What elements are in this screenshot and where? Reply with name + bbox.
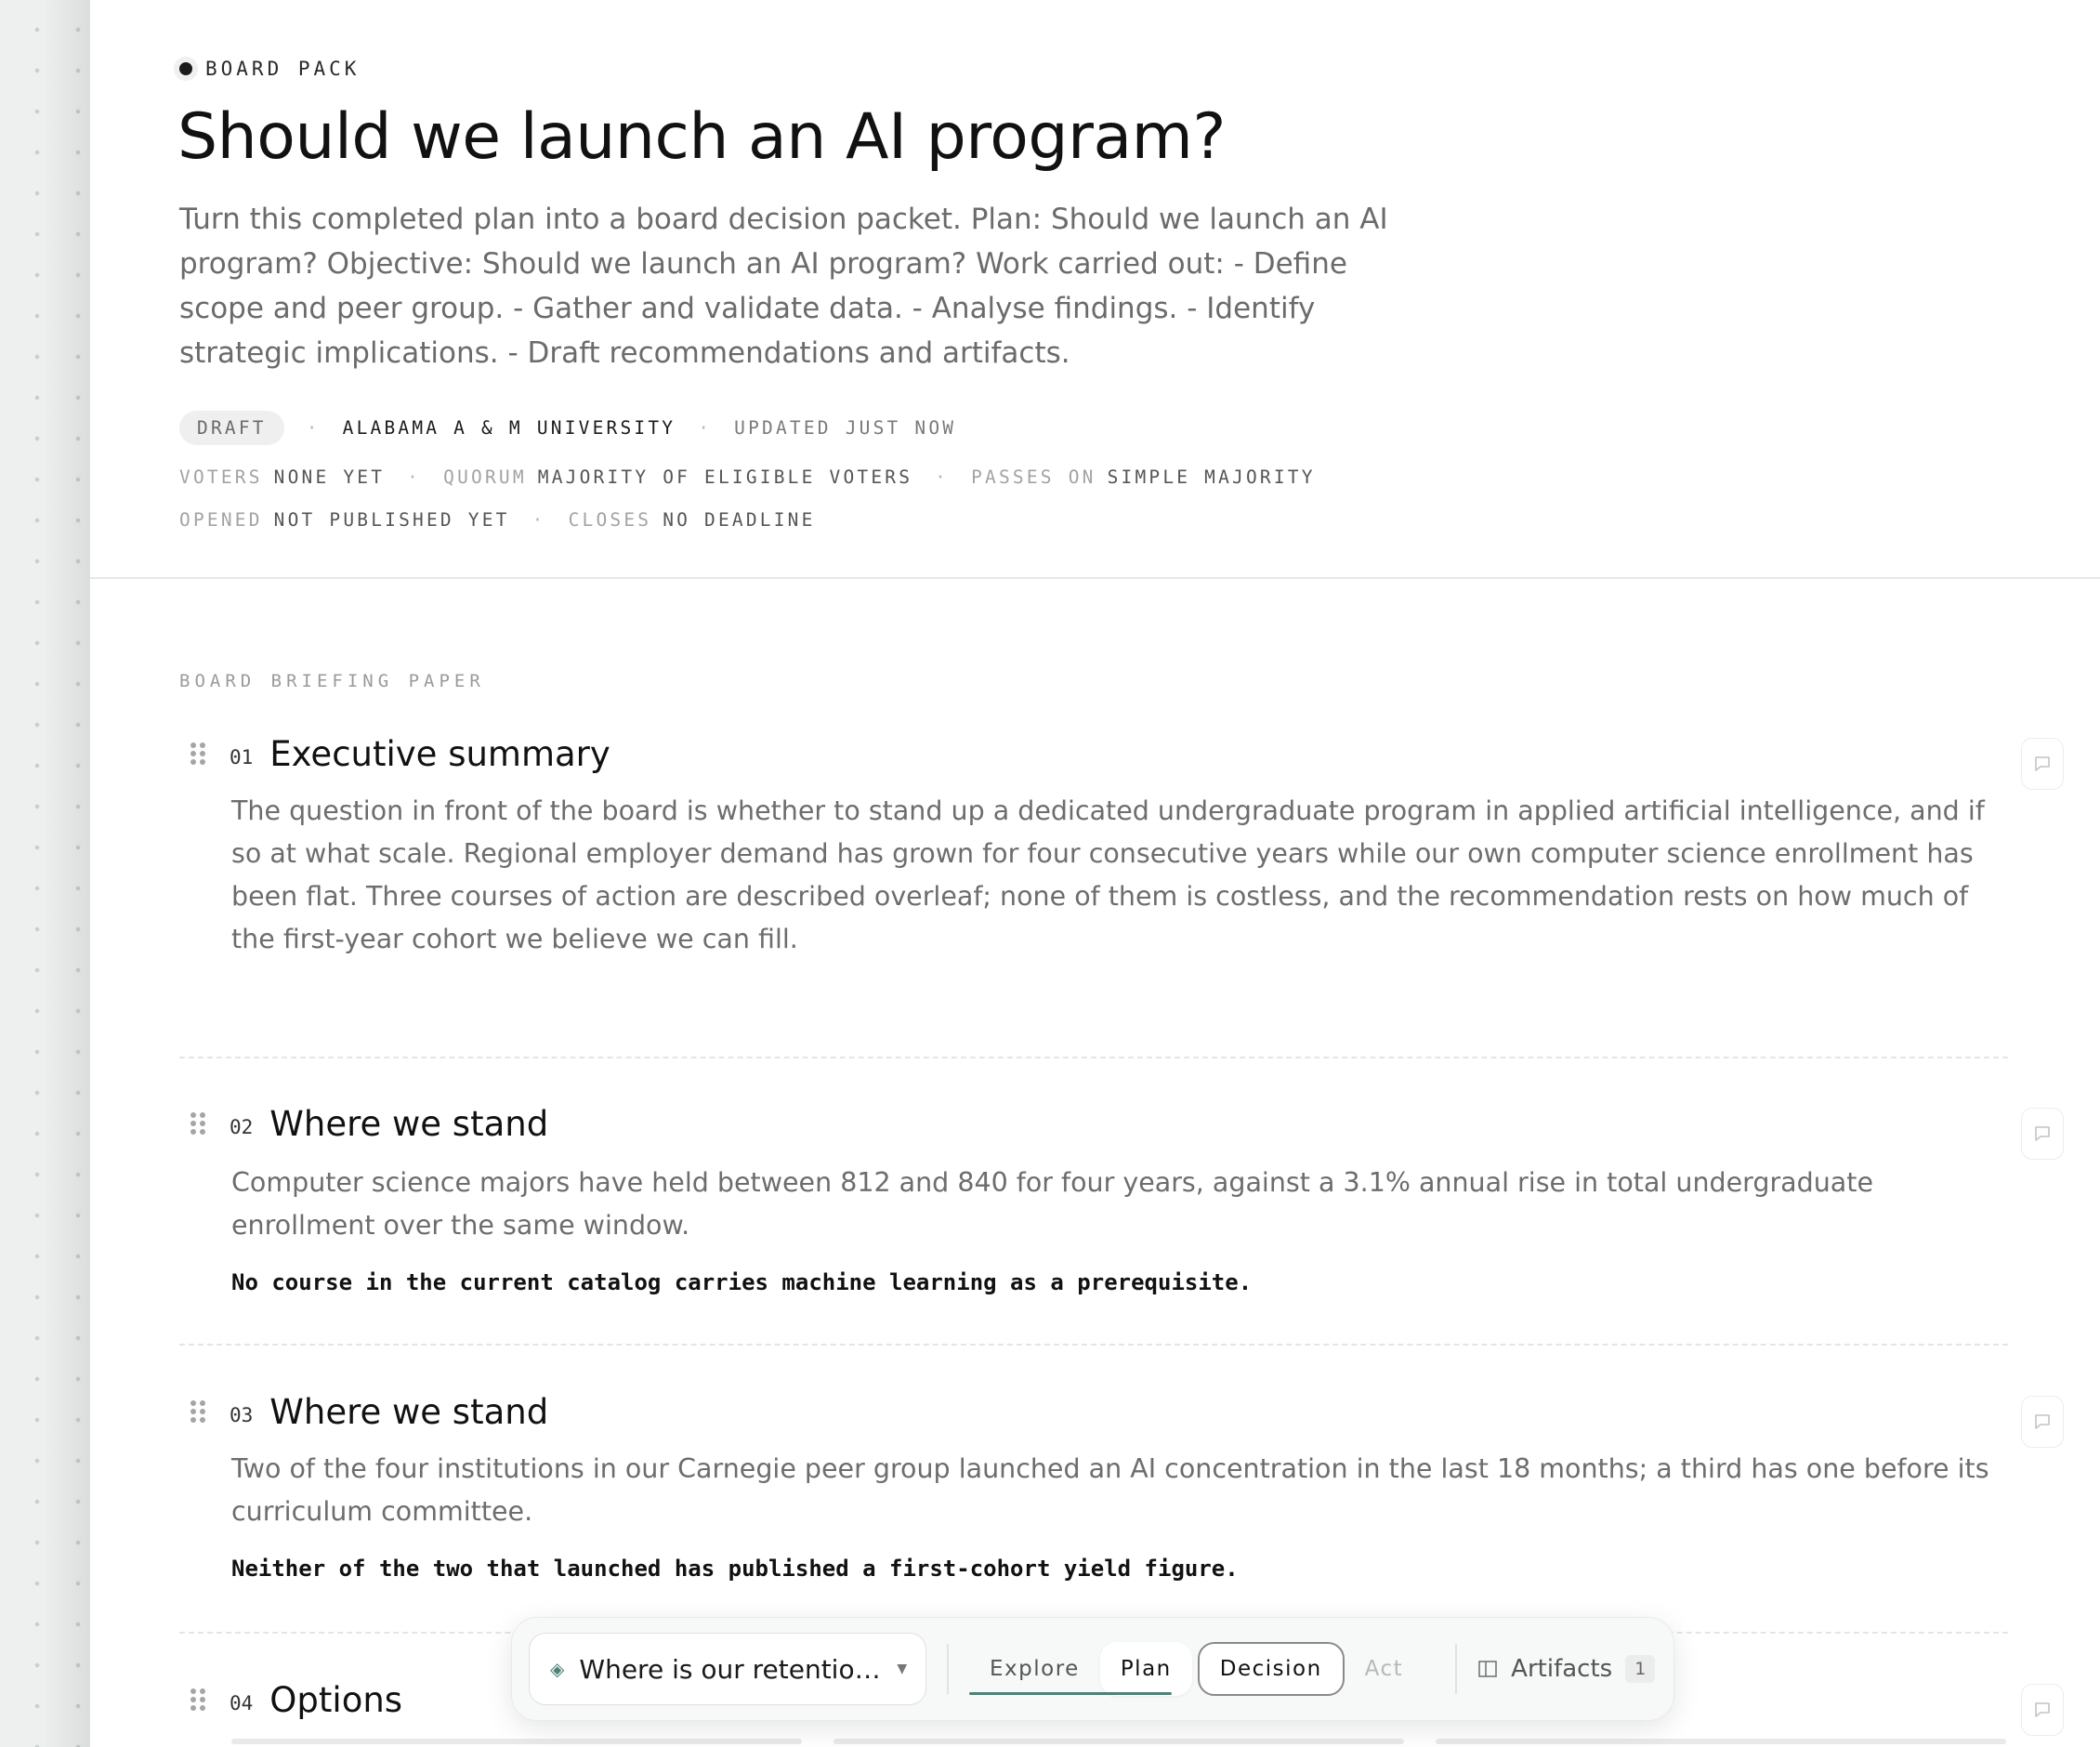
section-header: 02 Where we stand [179,1100,548,1147]
section-divider [179,1057,2008,1058]
question-selector[interactable]: ◈ Where is our retention t... ▼ [529,1633,926,1705]
institution-name: ALABAMA A & M UNIVERSITY [342,417,676,439]
section-body: The question in front of the board is wh… [231,795,1985,954]
section-header: 01 Executive summary [179,730,610,777]
section-number: 02 [230,1116,254,1138]
section-title: Where we stand [269,1391,549,1432]
voters-value: NONE YET [273,466,386,488]
section-where-we-stand-2: 03 Where we stand Two of the four instit… [179,1388,2064,1634]
meta-separator: · [532,509,546,531]
comment-button[interactable] [2021,1396,2064,1448]
meta-separator: · [935,466,950,488]
comment-icon [2035,1126,2050,1141]
section-where-we-stand-1: 02 Where we stand Computer science major… [179,1100,2064,1346]
status-dot-icon [179,62,192,75]
passes-value: SIMPLE MAJORITY [1107,466,1316,488]
comment-icon [2035,1702,2050,1717]
comment-button[interactable] [2021,738,2064,790]
tab-decision[interactable]: Decision [1197,1642,1345,1696]
section-divider [179,1344,2008,1346]
board-pack-header: BOARD PACK Should we launch an AI progra… [90,0,2100,579]
drag-handle-icon[interactable] [190,1687,209,1713]
updated-time: UPDATED JUST NOW [734,417,957,439]
meta-separator: · [698,417,713,439]
section-number: 04 [230,1692,254,1714]
meta-row-schedule: OPENED NOT PUBLISHED YET · CLOSES NO DEA… [179,509,816,531]
section-key-point: No course in the current catalog carries… [231,1269,1253,1295]
bottom-toolbar: ◈ Where is our retention t... ▼ Explore … [511,1617,1674,1721]
quorum-label: QUORUM [443,466,527,488]
section-key-point: Neither of the two that launched has pub… [231,1556,1239,1582]
status-badge: DRAFT [179,411,284,445]
comment-button[interactable] [2021,1684,2064,1736]
option-card-edge [833,1739,1404,1744]
section-header: 03 Where we stand [179,1388,548,1435]
briefing-paper-kicker: BOARD BRIEFING PAPER [179,671,485,691]
comment-button[interactable] [2021,1108,2064,1160]
passes-label: PASSES ON [971,466,1096,488]
dotted-gutter [0,0,89,1747]
section-body: Computer science majors have held betwee… [231,1167,1873,1241]
diamond-icon: ◈ [550,1658,565,1680]
opened-label: OPENED [179,509,263,531]
section-executive-summary: 01 Executive summary The question in fro… [179,730,2064,1058]
opened-value: NOT PUBLISHED YET [273,509,510,531]
section-header: 04 Options [179,1676,402,1723]
quorum-value: MAJORITY OF ELIGIBLE VOTERS [537,466,913,488]
option-card-edge [231,1739,802,1744]
meta-row-status: DRAFT · ALABAMA A & M UNIVERSITY · UPDAT… [179,411,956,445]
eyebrow: BOARD PACK [179,58,360,80]
section-body: Two of the four institutions in our Carn… [231,1453,1989,1527]
panel-icon [1478,1661,1497,1677]
section-number: 03 [230,1404,254,1426]
tab-plan[interactable]: Plan [1099,1642,1192,1696]
comment-icon [2035,756,2050,771]
artifacts-count-badge: 1 [1625,1655,1656,1683]
meta-separator: · [306,417,321,439]
tab-act[interactable]: Act [1345,1642,1424,1696]
page-subtitle: Turn this completed plan into a board de… [179,203,1388,370]
meta-row-voting: VOTERS NONE YET · QUORUM MAJORITY OF ELI… [179,466,1316,488]
eyebrow-label: BOARD PACK [205,58,361,80]
tab-explore[interactable]: Explore [969,1642,1100,1696]
page-title: Should we launch an AI program? [177,100,1226,174]
board-pack-page: BOARD PACK Should we launch an AI progra… [89,0,2100,1747]
voters-label: VOTERS [179,466,263,488]
toolbar-divider [1455,1644,1458,1694]
closes-label: CLOSES [568,509,652,531]
drag-handle-icon[interactable] [190,741,209,767]
comment-icon [2035,1414,2050,1429]
chevron-down-icon: ▼ [897,1662,908,1676]
artifacts-button[interactable]: Artifacts 1 [1477,1655,1656,1683]
section-title: Executive summary [269,733,610,774]
drag-handle-icon[interactable] [190,1399,209,1425]
drag-handle-icon[interactable] [190,1110,209,1136]
section-title: Where we stand [269,1103,549,1144]
meta-separator: · [407,466,422,488]
artifacts-label: Artifacts [1511,1655,1613,1683]
toolbar-divider [947,1644,949,1694]
option-card-edge [1436,1739,2006,1744]
question-selector-value: Where is our retention t... [579,1653,886,1685]
section-title: Options [269,1679,403,1720]
closes-value: NO DEADLINE [663,509,816,531]
active-tab-underline [969,1692,1172,1695]
section-number: 01 [230,746,254,768]
